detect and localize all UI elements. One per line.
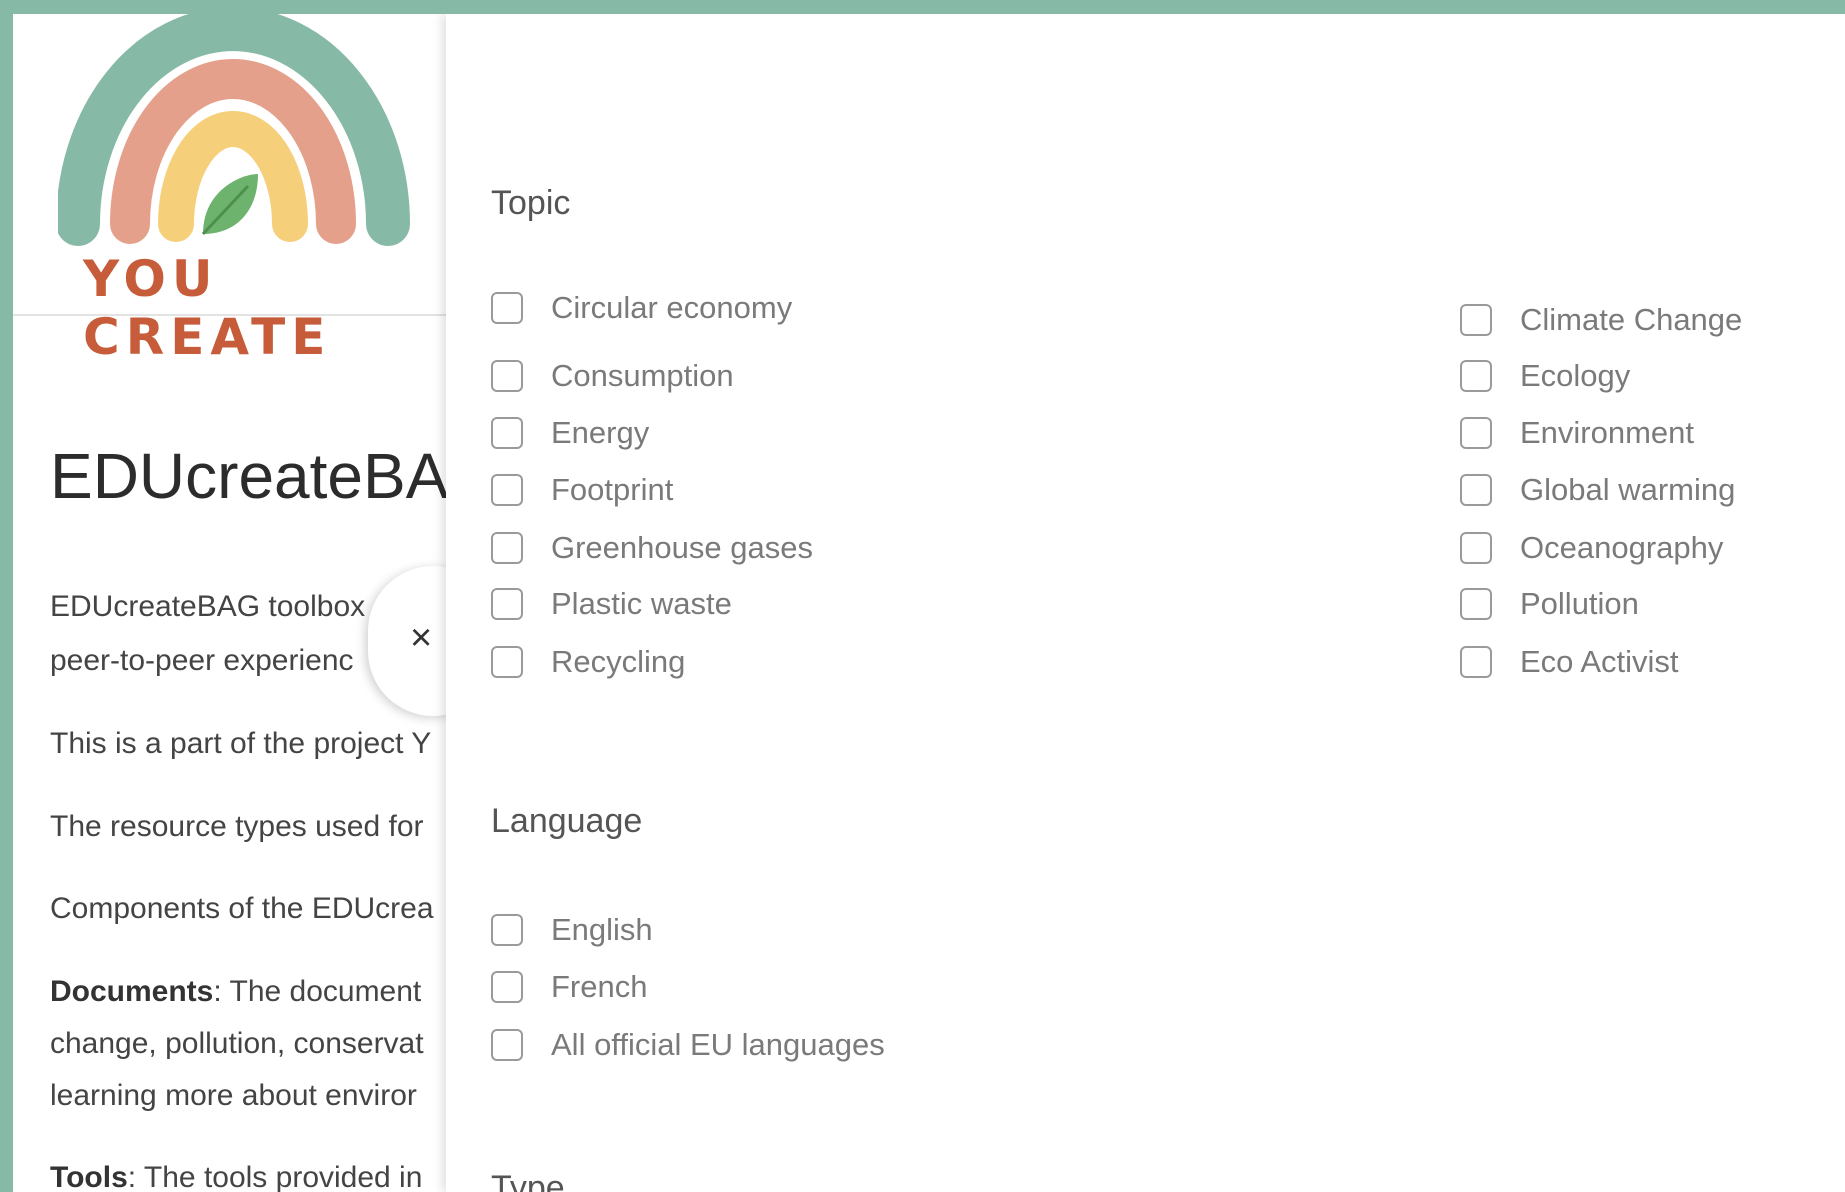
topic-option[interactable]: Footprint bbox=[491, 470, 673, 510]
topic-option[interactable]: Environment bbox=[1460, 413, 1694, 453]
intro-paragraph-line: EDUcreateBAG toolbox bbox=[50, 590, 366, 623]
language-option[interactable]: All official EU languages bbox=[491, 1025, 885, 1065]
topic-option[interactable]: Ecology bbox=[1460, 356, 1630, 396]
leaf-icon bbox=[201, 174, 258, 236]
checkbox-icon[interactable] bbox=[1460, 304, 1492, 336]
components-paragraph: Components of the EDUcrea bbox=[50, 892, 434, 925]
checkbox-icon[interactable] bbox=[1460, 588, 1492, 620]
language-section-title: Language bbox=[491, 802, 643, 840]
documents-label: Documents bbox=[50, 975, 214, 1008]
topic-option[interactable]: Consumption bbox=[491, 356, 734, 396]
tools-paragraph: Tools: The tools provided in bbox=[50, 1161, 422, 1192]
topic-section-title: Topic bbox=[491, 184, 571, 222]
project-paragraph: This is a part of the project Y bbox=[50, 727, 432, 760]
tools-text: : The tools provided in bbox=[127, 1161, 423, 1192]
checkbox-icon[interactable] bbox=[1460, 360, 1492, 392]
language-option[interactable]: French bbox=[491, 967, 647, 1007]
checkbox-icon[interactable] bbox=[491, 532, 523, 564]
topic-option[interactable]: Circular economy bbox=[491, 288, 792, 328]
documents-paragraph-line: change, pollution, conservat bbox=[50, 1027, 424, 1060]
checkbox-icon[interactable] bbox=[1460, 417, 1492, 449]
topic-option[interactable]: Greenhouse gases bbox=[491, 528, 813, 568]
language-option[interactable]: English bbox=[491, 910, 653, 950]
topic-option[interactable]: Pollution bbox=[1460, 584, 1639, 624]
checkbox-icon[interactable] bbox=[491, 914, 523, 946]
topic-option[interactable]: Recycling bbox=[491, 642, 685, 682]
checkbox-icon[interactable] bbox=[1460, 646, 1492, 678]
checkbox-icon[interactable] bbox=[491, 588, 523, 620]
type-section-title: Type bbox=[491, 1169, 565, 1192]
checkbox-icon[interactable] bbox=[491, 417, 523, 449]
page: YOU CREATE EDUcreateBA EDUcreateBAG tool… bbox=[13, 14, 1845, 1192]
header-divider bbox=[13, 314, 446, 316]
topic-option[interactable]: Oceanography bbox=[1460, 528, 1723, 568]
checkbox-icon[interactable] bbox=[491, 646, 523, 678]
topic-option[interactable]: Global warming bbox=[1460, 470, 1735, 510]
close-icon: × bbox=[410, 617, 433, 659]
page-title: EDUcreateBA bbox=[50, 440, 446, 512]
checkbox-icon[interactable] bbox=[491, 292, 523, 324]
checkbox-icon[interactable] bbox=[491, 971, 523, 1003]
resource-types-paragraph: The resource types used for bbox=[50, 810, 424, 843]
documents-text: : The document bbox=[213, 975, 422, 1008]
checkbox-icon[interactable] bbox=[491, 1029, 523, 1061]
checkbox-icon[interactable] bbox=[491, 360, 523, 392]
documents-paragraph: Documents: The document bbox=[50, 975, 421, 1009]
checkbox-icon[interactable] bbox=[491, 474, 523, 506]
topic-option[interactable]: Plastic waste bbox=[491, 584, 732, 624]
topic-option[interactable]: Climate Change bbox=[1460, 300, 1742, 340]
logo-text: YOU CREATE bbox=[83, 250, 332, 366]
topic-option[interactable]: Energy bbox=[491, 413, 649, 453]
checkbox-icon[interactable] bbox=[1460, 474, 1492, 506]
checkbox-icon[interactable] bbox=[1460, 532, 1492, 564]
tools-label: Tools bbox=[50, 1161, 128, 1192]
intro-paragraph-line: peer-to-peer experienc bbox=[50, 644, 354, 677]
topic-option[interactable]: Eco Activist bbox=[1460, 642, 1679, 682]
documents-paragraph-line: learning more about enviror bbox=[50, 1079, 417, 1112]
